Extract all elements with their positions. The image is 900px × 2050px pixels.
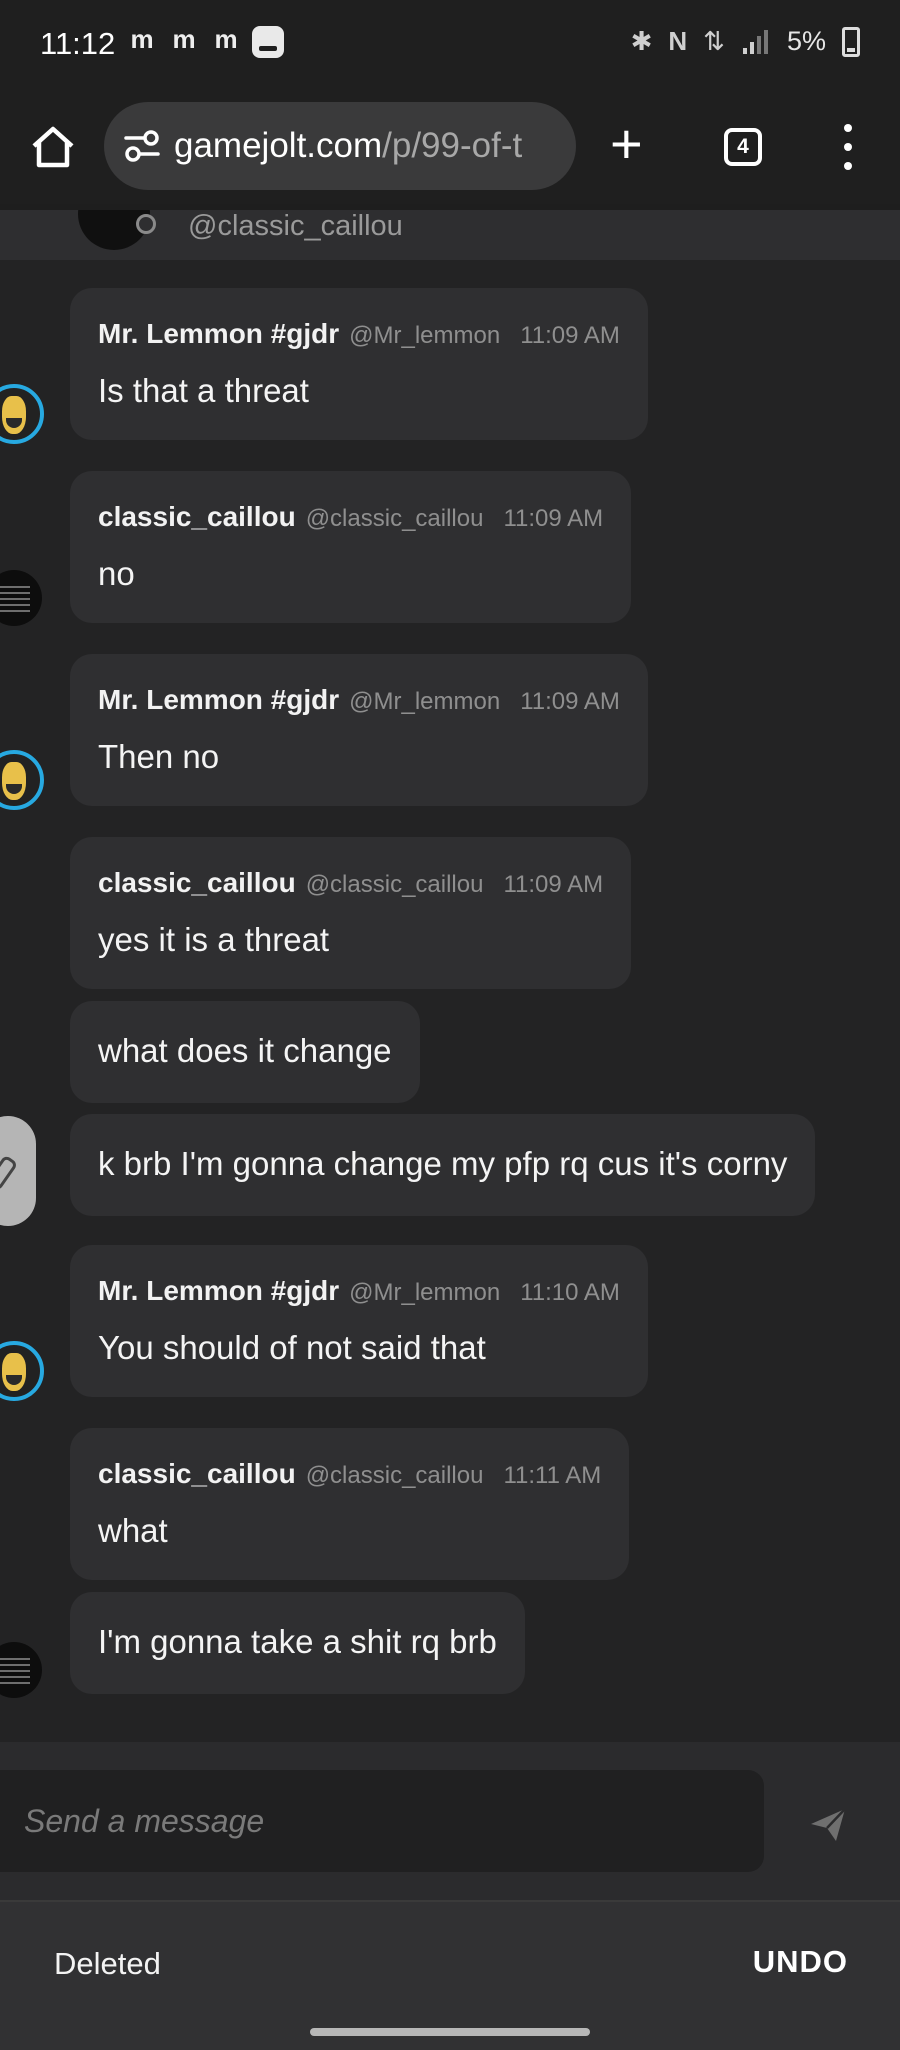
message-text: k brb I'm gonna change my pfp rq cus it'… [98, 1145, 788, 1182]
message-time: 11:11 AM [503, 1462, 602, 1489]
undo-button[interactable]: UNDO [753, 1944, 848, 1980]
offline-status-icon [136, 214, 156, 234]
message-author[interactable]: classic_caillou [98, 1458, 296, 1490]
avatar[interactable] [0, 1642, 42, 1698]
avatar[interactable] [0, 570, 42, 626]
url-domain: gamejolt.com [174, 126, 383, 165]
message-bubble[interactable]: classic_caillou @classic_caillou 11:11 A… [70, 1428, 630, 1580]
browser-toolbar: gamejolt.com/p/99-of-t + 4 [0, 88, 900, 210]
message-composer [0, 1742, 900, 1902]
home-icon[interactable] [30, 124, 76, 170]
message-bubble[interactable]: classic_caillou @classic_caillou 11:09 A… [70, 471, 632, 623]
message-text: Then no [98, 738, 220, 775]
message-input[interactable] [0, 1770, 764, 1872]
message-handle: @Mr_lemmon [349, 688, 501, 715]
new-tab-icon[interactable]: + [610, 116, 643, 172]
notification-icons: m m m [126, 26, 284, 58]
snackbar-text: Deleted [54, 1946, 161, 1981]
chat-header: @classic_caillou [0, 210, 900, 260]
url-bar[interactable]: gamejolt.com/p/99-of-t [104, 102, 576, 190]
message-bubble[interactable]: I'm gonna take a shit rq brb [70, 1592, 525, 1694]
message-author[interactable]: Mr. Lemmon #gjdr [98, 318, 339, 350]
message-handle: @classic_caillou [305, 871, 484, 898]
gesture-bar[interactable] [310, 2028, 590, 2036]
message-bubble[interactable]: k brb I'm gonna change my pfp rq cus it'… [70, 1114, 816, 1216]
url-path: /p/99-of-t [382, 126, 523, 165]
mobile-data-icon: ⇅ [703, 26, 725, 56]
message-bubble[interactable]: classic_caillou @classic_caillou 11:09 A… [70, 837, 632, 989]
message-time: 11:09 AM [520, 322, 620, 349]
message-header: classic_caillou @classic_caillou 11:11 A… [98, 1458, 601, 1490]
notification-m-icon: m [130, 24, 154, 54]
avatar[interactable] [0, 750, 44, 810]
status-bar: 11:12 m m m ✱ N ⇅ 5% [0, 0, 900, 88]
message-author[interactable]: classic_caillou [98, 867, 296, 899]
message-handle: @classic_caillou [305, 1462, 484, 1489]
tab-switcher-button[interactable]: 4 [724, 128, 762, 166]
message-author[interactable]: classic_caillou [98, 501, 296, 533]
message-text: no [98, 555, 135, 592]
message-time: 11:09 AM [503, 505, 604, 532]
notification-m-icon: m [172, 24, 196, 54]
message-text: what does it change [98, 1032, 392, 1069]
notification-app-icon [252, 26, 284, 58]
battery-icon [842, 26, 860, 57]
bluetooth-icon: ✱ [630, 26, 653, 56]
message-text: Is that a threat [98, 372, 309, 409]
message-bubble[interactable]: Mr. Lemmon #gjdr @Mr_lemmon 11:09 AM Is … [70, 288, 648, 440]
send-icon[interactable] [808, 1804, 848, 1844]
message-time: 11:10 AM [520, 1279, 620, 1306]
message-header: Mr. Lemmon #gjdr @Mr_lemmon 11:09 AM [98, 318, 620, 350]
message-header: classic_caillou @classic_caillou 11:09 A… [98, 501, 603, 533]
message-bubble[interactable]: what does it change [70, 1001, 420, 1103]
message-text: I'm gonna take a shit rq brb [98, 1623, 497, 1660]
chat-header-handle: @classic_caillou [188, 210, 403, 242]
notification-m-icon: m [214, 24, 238, 54]
more-options-icon[interactable] [836, 124, 860, 170]
avatar[interactable] [0, 384, 44, 444]
message-text: You should of not said that [98, 1329, 486, 1366]
status-time: 11:12 [40, 26, 116, 61]
message-author[interactable]: Mr. Lemmon #gjdr [98, 684, 339, 716]
snackbar: Deleted UNDO [0, 1902, 900, 2050]
signal-icon [742, 29, 768, 54]
message-handle: @Mr_lemmon [349, 1279, 501, 1306]
battery-percent: 5% [786, 26, 826, 56]
chat-messages[interactable]: Mr. Lemmon #gjdr @Mr_lemmon 11:09 AM Is … [0, 260, 900, 1742]
message-header: Mr. Lemmon #gjdr @Mr_lemmon 11:10 AM [98, 1275, 620, 1307]
avatar[interactable] [0, 1116, 36, 1226]
message-time: 11:09 AM [503, 871, 604, 898]
message-author[interactable]: Mr. Lemmon #gjdr [98, 1275, 339, 1307]
message-handle: @Mr_lemmon [349, 322, 501, 349]
url-text[interactable]: gamejolt.com/p/99-of-t [174, 126, 522, 166]
message-bubble[interactable]: Mr. Lemmon #gjdr @Mr_lemmon 11:10 AM You… [70, 1245, 648, 1397]
avatar[interactable] [0, 1341, 44, 1401]
message-header: Mr. Lemmon #gjdr @Mr_lemmon 11:09 AM [98, 684, 620, 716]
message-text: what [98, 1512, 168, 1549]
status-indicators: ✱ N ⇅ 5% [631, 26, 860, 57]
message-handle: @classic_caillou [305, 505, 484, 532]
site-settings-icon[interactable] [122, 126, 162, 166]
message-bubble[interactable]: Mr. Lemmon #gjdr @Mr_lemmon 11:09 AM The… [70, 654, 648, 806]
message-time: 11:09 AM [520, 688, 620, 715]
message-text: yes it is a threat [98, 921, 330, 958]
message-header: classic_caillou @classic_caillou 11:09 A… [98, 867, 603, 899]
nfc-icon: N [668, 26, 688, 56]
